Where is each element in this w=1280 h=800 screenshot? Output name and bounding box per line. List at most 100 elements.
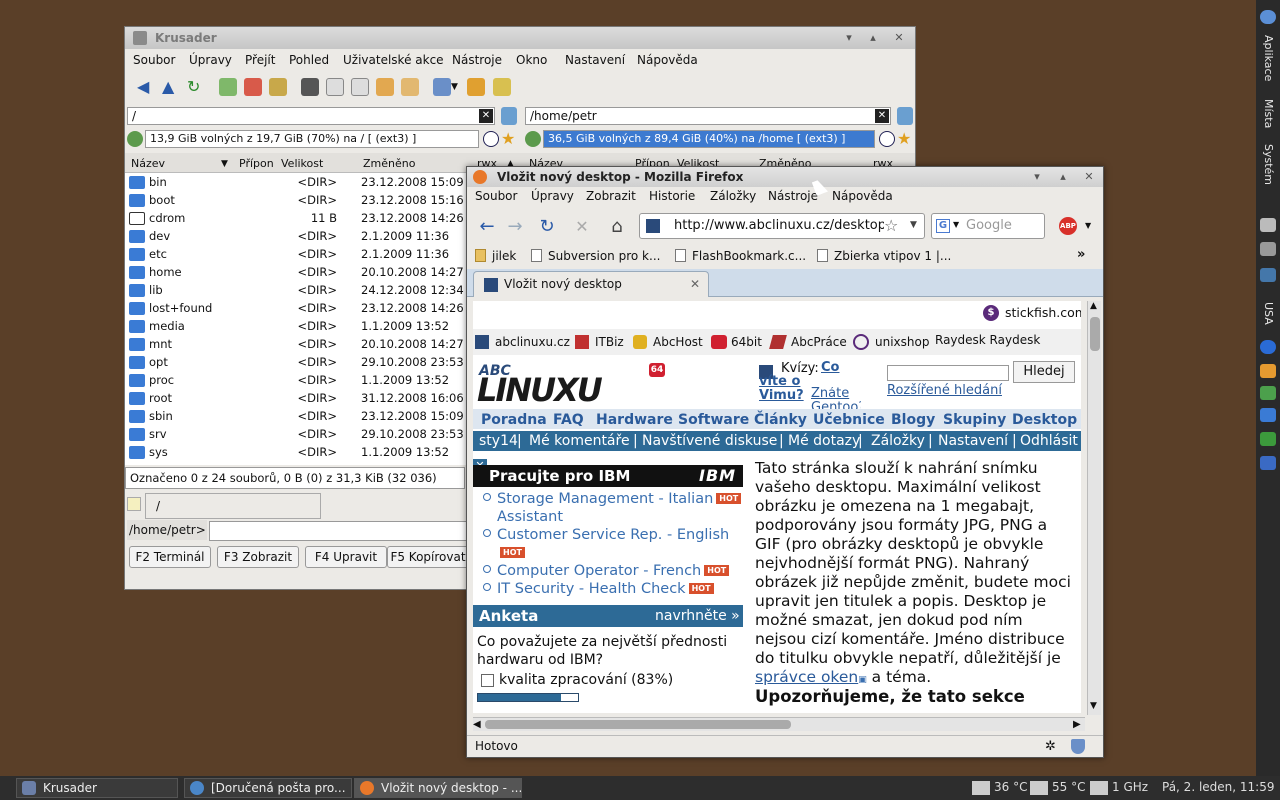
left-path-input[interactable]: / (127, 107, 495, 125)
job-item[interactable]: Storage Management - Italian HOT (483, 491, 742, 507)
search-icon[interactable] (301, 78, 319, 96)
menu-zalozky[interactable]: Záložky (710, 189, 756, 203)
scroll-right-icon[interactable]: ▶ (1073, 719, 1081, 730)
bookmark-star-icon[interactable]: ★ (501, 129, 515, 148)
job-item[interactable]: IT Security - Health Check HOT (483, 581, 714, 597)
search-box[interactable]: G ▼ Google (931, 213, 1045, 239)
krusader-titlebar[interactable]: Krusader ▾ ▴ ✕ (125, 27, 915, 49)
portal-itbiz[interactable]: ITBiz (595, 335, 624, 349)
chevron-down-icon[interactable]: ▼ (953, 220, 959, 229)
file-row[interactable]: srv <DIR> 29.10.2008 23:53 (129, 425, 469, 443)
portal-unixshop[interactable]: unixshop (875, 335, 929, 349)
panel-menu-system[interactable]: Systém (1256, 142, 1280, 188)
nav-blogy[interactable]: Blogy (891, 409, 935, 431)
trash-icon[interactable] (1260, 242, 1276, 256)
clear-icon[interactable]: ✕ (479, 109, 493, 123)
cmdline-input[interactable] (209, 521, 469, 541)
url-bar[interactable]: http://www.abclinuxu.cz/desktopy ☆ ▼ (639, 213, 925, 239)
job-item[interactable]: Assistant (483, 509, 563, 525)
back-icon[interactable]: ← (475, 215, 499, 239)
menu-napoveda[interactable]: Nápověda (832, 189, 893, 203)
menu-user-actions[interactable]: Uživatelské akce (343, 53, 444, 67)
col-size[interactable]: Velikost (281, 155, 323, 173)
f4-edit-button[interactable]: F4 Upravit (305, 546, 387, 568)
job-link[interactable]: Assistant (497, 509, 563, 525)
portal-abclinuxu[interactable]: abclinuxu.cz (495, 335, 570, 349)
menu-pohled[interactable]: Pohled (289, 53, 329, 67)
abclinuxu-logo[interactable]: ABC LINUXU (477, 363, 611, 409)
nav-faq[interactable]: FAQ (553, 409, 584, 431)
volume-icon[interactable] (1260, 218, 1276, 232)
nav-my-comments[interactable]: Mé komentáře (529, 431, 630, 451)
col-modified[interactable]: Změněno (363, 155, 415, 173)
job-link[interactable]: Storage Management - Italian (497, 491, 713, 507)
url-text[interactable]: http://www.abclinuxu.cz/desktopy (674, 218, 884, 233)
menu-upravy[interactable]: Úpravy (531, 189, 574, 203)
file-row[interactable]: media <DIR> 1.1.2009 13:52 (129, 317, 469, 335)
select-icon[interactable] (219, 78, 237, 96)
portal-64bit[interactable]: 64bit (731, 335, 762, 349)
menu-prejit[interactable]: Přejít (245, 53, 275, 67)
portal-raydesk[interactable]: Raydesk Raydesk (935, 333, 1040, 347)
minimize-icon[interactable]: ▾ (841, 30, 857, 46)
home-icon[interactable]: ⌂ (605, 215, 629, 239)
tab-root[interactable]: / (145, 493, 321, 519)
file-row[interactable]: dev <DIR> 2.1.2009 11:36 (129, 227, 469, 245)
new-file-icon[interactable] (326, 78, 344, 96)
adblock-icon[interactable]: ABP (1059, 217, 1077, 235)
file-row[interactable]: sys <DIR> 1.1.2009 13:52 (129, 443, 469, 461)
shield-icon[interactable] (1071, 739, 1085, 754)
job-item[interactable]: Computer Operator - French HOT (483, 563, 730, 579)
file-row[interactable]: bin <DIR> 23.12.2008 15:09 (129, 173, 469, 191)
nav-bookmarks[interactable]: Záložky (871, 431, 925, 451)
chevron-down-icon[interactable]: ▼ (451, 78, 461, 96)
menu-nastroje[interactable]: Nástroje (452, 53, 502, 67)
wm-link[interactable]: správce oken (755, 668, 858, 686)
maximize-icon[interactable]: ▴ (1055, 169, 1071, 185)
nav-software[interactable]: Software (678, 409, 749, 431)
f5-copy-button[interactable]: F5 Kopírovat (387, 546, 469, 568)
file-row[interactable]: proc <DIR> 1.1.2009 13:52 (129, 371, 469, 389)
back-icon[interactable]: ◀ (137, 78, 155, 96)
file-row[interactable]: mnt <DIR> 20.10.2008 14:27 (129, 335, 469, 353)
refresh-icon[interactable]: ↻ (187, 78, 205, 96)
sync-dirs-icon[interactable] (501, 107, 517, 125)
minimize-icon[interactable]: ▾ (1029, 169, 1045, 185)
sync-dirs-icon[interactable] (897, 107, 913, 125)
bug-icon[interactable]: ✲ (1045, 739, 1056, 754)
update-icon[interactable] (1260, 364, 1276, 378)
network-icon[interactable] (1260, 386, 1276, 400)
scroll-up-icon[interactable]: ▲ (1090, 301, 1097, 311)
task-mail[interactable]: [Doručená pošta pro... (184, 778, 352, 798)
up-icon[interactable]: ▲ (162, 78, 180, 96)
bookmark-star-icon[interactable]: ★ (897, 129, 911, 148)
menu-upravy[interactable]: Úpravy (189, 53, 232, 67)
google-icon[interactable]: G (936, 219, 950, 233)
menu-soubor[interactable]: Soubor (475, 189, 517, 203)
keyboard-layout[interactable]: USA (1256, 300, 1280, 326)
nav-poradna[interactable]: Poradna (481, 409, 547, 431)
panel-menu-places[interactable]: Místa (1256, 96, 1280, 132)
tools-icon[interactable] (467, 78, 485, 96)
col-name[interactable]: Název (131, 155, 165, 173)
menu-nastaveni[interactable]: Nastavení (565, 53, 625, 67)
f3-view-button[interactable]: F3 Zobrazit (217, 546, 299, 568)
left-file-list[interactable]: bin <DIR> 23.12.2008 15:09 boot <DIR> 23.12.2… (125, 173, 505, 465)
poll-checkbox[interactable] (481, 674, 494, 687)
col-ext[interactable]: Přípon (239, 155, 274, 173)
chevron-down-icon[interactable]: ▼ (910, 220, 917, 230)
forward-icon[interactable]: → (503, 215, 527, 239)
stickfish-link[interactable]: stickfish.com (1005, 305, 1081, 320)
file-row[interactable]: sbin <DIR> 23.12.2008 15:09 (129, 407, 469, 425)
close-icon[interactable]: ✕ (690, 277, 700, 291)
firefox-titlebar[interactable]: Vložit nový desktop - Mozilla Firefox ▾ … (467, 167, 1103, 187)
menu-icon[interactable] (1260, 10, 1276, 24)
nav-ucebnice[interactable]: Učebnice (813, 409, 885, 431)
bookmark-zbierka[interactable]: Zbierka vtipov 1 |... (817, 249, 951, 263)
file-row[interactable]: lost+found <DIR> 23.12.2008 14:26 (129, 299, 469, 317)
file-row[interactable]: boot <DIR> 23.12.2008 15:16 (129, 191, 469, 209)
nav-skupiny[interactable]: Skupiny (943, 409, 1006, 431)
right-free-space[interactable]: 36,5 GiB volných z 89,4 GiB (40%) na /ho… (543, 130, 875, 148)
file-row[interactable]: etc <DIR> 2.1.2009 11:36 (129, 245, 469, 263)
root-icon[interactable] (493, 78, 511, 96)
